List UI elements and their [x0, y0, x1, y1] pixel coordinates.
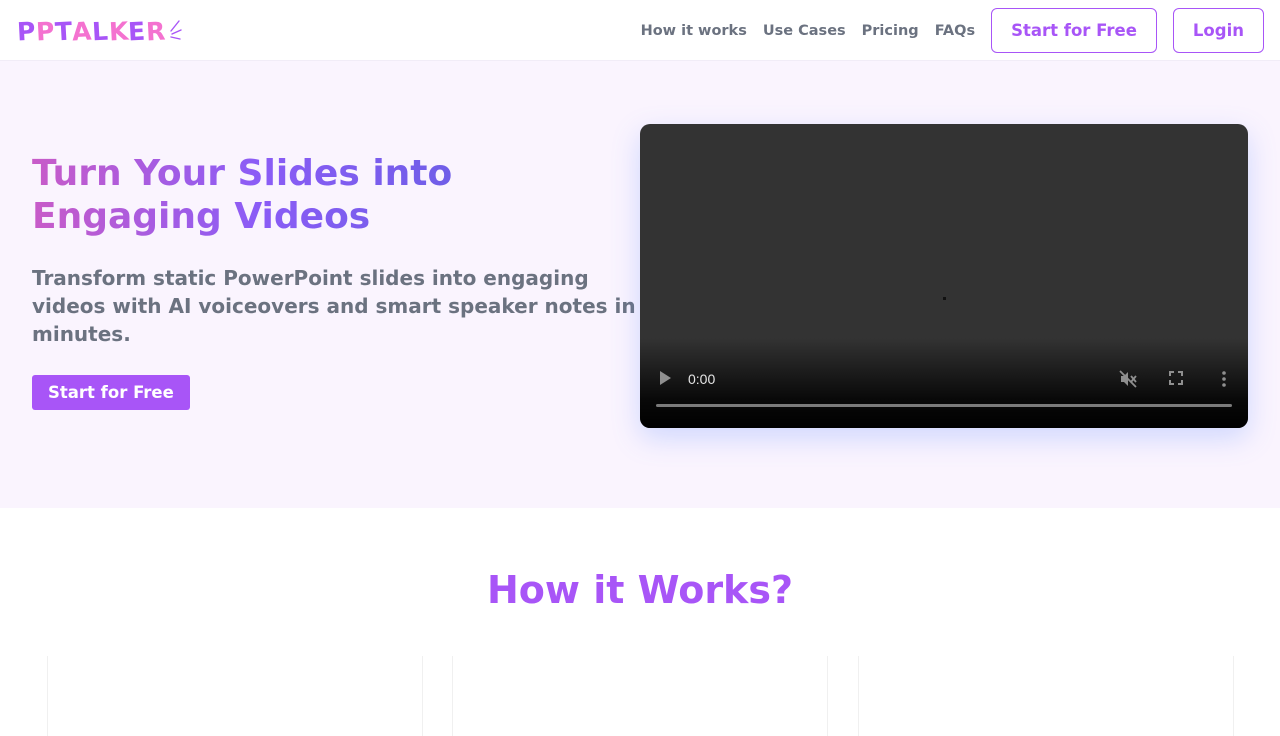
loading-indicator [943, 297, 946, 300]
logo-letter: P [16, 16, 37, 46]
more-vertical-icon[interactable] [1220, 370, 1228, 388]
how-step-card [47, 656, 423, 736]
muted-icon[interactable] [1118, 369, 1138, 389]
logo-letter: E [127, 16, 147, 46]
nav-how-it-works[interactable]: How it works [641, 23, 747, 39]
logo-letter: K [107, 15, 130, 47]
start-for-free-button[interactable]: Start for Free [991, 8, 1157, 53]
sound-burst-icon [170, 20, 182, 40]
logo-letter: R [145, 16, 167, 46]
pptalker-logo[interactable]: P P T A L K E R [16, 14, 182, 48]
hero-title-line2: Engaging Videos [32, 196, 371, 237]
hero-subtitle: Transform static PowerPoint slides into … [32, 266, 636, 346]
logo-letter: P [35, 16, 56, 46]
how-it-works-title: How it Works? [486, 568, 793, 612]
play-icon[interactable] [658, 370, 672, 386]
logo-letter: L [91, 16, 110, 46]
main-nav: How it works Use Cases Pricing FAQs Star… [641, 8, 1264, 53]
hero-section: Turn Your Slides into Engaging Videos Tr… [0, 61, 1280, 508]
hero-start-button[interactable]: Start for Free [32, 375, 190, 410]
video-progress-track[interactable] [656, 404, 1232, 407]
demo-video-player[interactable]: 0:00 [640, 124, 1248, 428]
site-header: P P T A L K E R How it works Use Cases P… [0, 0, 1280, 61]
login-button[interactable]: Login [1172, 8, 1264, 53]
video-controls-gradient [640, 338, 1248, 428]
nav-pricing[interactable]: Pricing [862, 23, 919, 39]
logo-letter: A [71, 16, 93, 46]
video-time: 0:00 [688, 371, 716, 387]
how-step-card [858, 656, 1234, 736]
logo-letter: T [53, 16, 73, 46]
how-step-card [452, 656, 828, 736]
nav-use-cases[interactable]: Use Cases [763, 23, 846, 39]
fullscreen-icon[interactable] [1168, 370, 1184, 386]
hero-title: Turn Your Slides into Engaging Videos [32, 152, 592, 238]
nav-faqs[interactable]: FAQs [935, 23, 975, 39]
hero-title-line1: Turn Your Slides into [32, 153, 453, 194]
